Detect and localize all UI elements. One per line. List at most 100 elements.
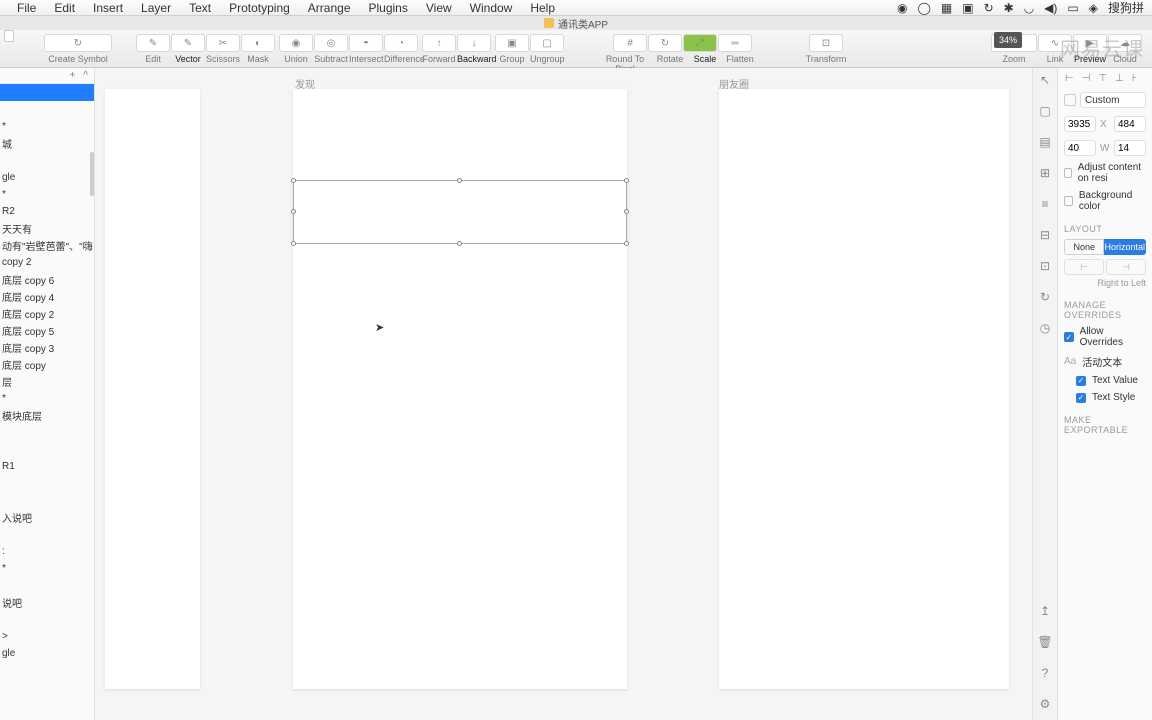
text-value-checkbox[interactable]: ✓ [1076, 376, 1086, 386]
arrow-icon[interactable]: ↖ [1037, 72, 1053, 88]
resize-handle-tl[interactable] [291, 178, 296, 183]
artboard-icon[interactable]: ▢ [1037, 103, 1053, 119]
menu-edit[interactable]: Edit [45, 1, 84, 15]
align-left-icon[interactable]: ⊢ [1064, 73, 1075, 84]
align-icon[interactable]: ≡ [1037, 196, 1053, 212]
layout-align-start[interactable]: ⊢ [1064, 259, 1104, 275]
adjust-content-checkbox[interactable] [1064, 168, 1072, 178]
layer-item[interactable]: gle [0, 169, 94, 186]
layout-horizontal-tab[interactable]: Horizontal [1104, 239, 1146, 255]
insert-dropdown[interactable] [4, 30, 14, 42]
layer-item[interactable]: 底层 copy [0, 356, 94, 373]
menu-window[interactable]: Window [461, 1, 522, 15]
cal-icon[interactable]: ▦ [941, 1, 952, 15]
w-input[interactable] [1064, 140, 1096, 156]
export-icon[interactable]: ↥ [1037, 603, 1053, 619]
menu-layer[interactable]: Layer [132, 1, 180, 15]
layer-item[interactable]: 底层 copy 4 [0, 288, 94, 305]
layer-item[interactable]: 入说吧 [0, 509, 94, 526]
layer-item[interactable]: gle [0, 645, 94, 662]
box-icon[interactable]: ▣ [962, 1, 973, 15]
grid-icon[interactable]: ⊞ [1037, 165, 1053, 181]
resize-handle-bl[interactable] [291, 241, 296, 246]
resize-handle-bm[interactable] [457, 241, 462, 246]
edit-button[interactable]: ✎ [136, 34, 170, 52]
menu-view[interactable]: View [417, 1, 461, 15]
layer-item[interactable]: 模块底层 [0, 407, 94, 424]
layer-item[interactable]: : [0, 543, 94, 560]
align-top-icon[interactable]: ⊥ [1114, 73, 1125, 84]
y-input[interactable] [1114, 116, 1146, 132]
refresh-icon[interactable]: ↻ [1037, 289, 1053, 305]
help-icon[interactable]: ? [1037, 665, 1053, 681]
preview-button[interactable]: ▶ [1073, 34, 1107, 52]
create-symbol-button[interactable]: ↻ [44, 34, 112, 52]
round-to-pixel-button[interactable]: # [613, 34, 647, 52]
menu-text[interactable]: Text [180, 1, 220, 15]
input-source[interactable]: 搜狗拼 [1108, 0, 1144, 16]
wifi-icon[interactable]: ◡ [1024, 1, 1034, 15]
bluetooth-icon[interactable]: ✱ [1004, 1, 1014, 15]
artboard-edge[interactable] [105, 89, 200, 689]
layer-item[interactable]: * [0, 390, 94, 407]
allow-overrides-checkbox[interactable]: ✓ [1064, 332, 1074, 342]
align-hcenter-icon[interactable]: ⊣ [1081, 73, 1092, 84]
text-style-checkbox[interactable]: ✓ [1076, 393, 1086, 403]
layer-item[interactable] [0, 84, 94, 101]
record-icon[interactable]: ◉ [897, 1, 907, 15]
layer-item[interactable]: > [0, 628, 94, 645]
align-vcenter-icon[interactable]: ⊦ [1131, 73, 1138, 84]
backward-button[interactable]: ↓ [457, 34, 491, 52]
menu-help[interactable]: Help [521, 1, 564, 15]
layer-item[interactable]: 动有"岩壁芭蕾"、"嗨… [0, 237, 94, 254]
settings-icon[interactable]: ⚙ [1037, 696, 1053, 712]
layer-item[interactable]: 天天有 [0, 220, 94, 237]
resize-handle-mr[interactable] [624, 209, 629, 214]
layer-item[interactable]: R2 [0, 203, 94, 220]
scale-button[interactable]: ⤢ [683, 34, 717, 52]
menu-file[interactable]: File [8, 1, 45, 15]
resize-handle-tm[interactable] [457, 178, 462, 183]
menu-plugins[interactable]: Plugins [360, 1, 417, 15]
battery-icon[interactable]: ▭ [1067, 1, 1078, 15]
canvas[interactable]: 发现 朋友圈 ➤ [95, 68, 1032, 720]
artboard-moments[interactable] [719, 89, 1009, 689]
layer-item[interactable]: 底层 copy 6 [0, 271, 94, 288]
layer-item[interactable]: * [0, 118, 94, 135]
symbol-select[interactable]: Custom [1080, 92, 1146, 108]
clock-icon[interactable]: ↻ [984, 1, 994, 15]
mask-button[interactable]: ◐ [241, 34, 275, 52]
resize-handle-tr[interactable] [624, 178, 629, 183]
layer-item[interactable]: * [0, 186, 94, 203]
ungroup-button[interactable]: ▢ [530, 34, 564, 52]
forward-button[interactable]: ↑ [422, 34, 456, 52]
circle-icon[interactable]: ◯ [917, 1, 930, 15]
resize-handle-ml[interactable] [291, 209, 296, 214]
vector-button[interactable]: ✎ [171, 34, 205, 52]
layer-item[interactable]: copy 2 [0, 254, 94, 271]
layer-item[interactable] [0, 101, 94, 118]
layer-item[interactable]: 城 [0, 135, 94, 152]
cloud-button[interactable]: ☁ [1108, 34, 1142, 52]
link-button[interactable]: ∿ [1038, 34, 1072, 52]
rotate-button[interactable]: ↻ [648, 34, 682, 52]
selection-bounds[interactable] [293, 180, 627, 244]
menu-arrange[interactable]: Arrange [299, 1, 360, 15]
menu-insert[interactable]: Insert [84, 1, 132, 15]
layers-scrollbar[interactable] [90, 152, 94, 196]
intersect-button[interactable]: ◓ [349, 34, 383, 52]
menu-prototyping[interactable]: Prototyping [220, 1, 299, 15]
layer-item[interactable]: 底层 copy 5 [0, 322, 94, 339]
group-button[interactable]: ▣ [495, 34, 529, 52]
layer-item[interactable]: 底层 copy 2 [0, 305, 94, 322]
layer-item[interactable]: 说吧 [0, 594, 94, 611]
distribute-icon[interactable]: ⊟ [1037, 227, 1053, 243]
collapse-icon[interactable]: ^ [83, 70, 88, 81]
trash-icon[interactable]: 🗑 [1037, 634, 1053, 650]
scissors-button[interactable]: ✂ [206, 34, 240, 52]
layer-item[interactable]: R1 [0, 458, 94, 475]
layers-list[interactable]: *城gle*R2天天有动有"岩壁芭蕾"、"嗨…copy 2底层 copy 6底层… [0, 84, 94, 720]
flatten-button[interactable]: ═ [718, 34, 752, 52]
history-icon[interactable]: ◷ [1037, 320, 1053, 336]
bg-color-checkbox[interactable] [1064, 196, 1073, 206]
